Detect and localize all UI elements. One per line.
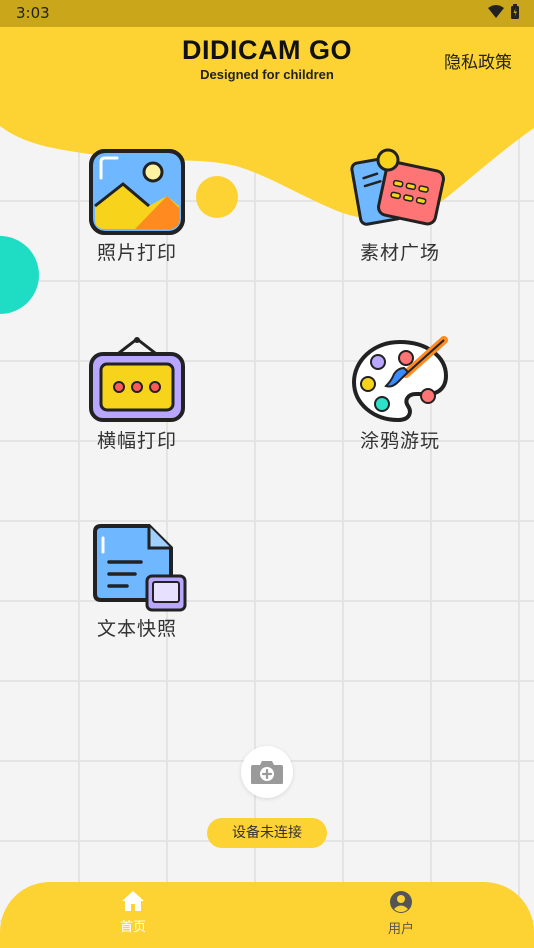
banner-icon <box>89 337 185 422</box>
nav-user-label: 用户 <box>387 922 414 937</box>
tile-text-snapshot[interactable]: 文本快照 <box>52 524 222 641</box>
tile-label: 照片打印 <box>96 242 177 264</box>
battery-icon <box>511 4 519 19</box>
materials-icon <box>350 148 445 226</box>
nav-user[interactable]: 用户 <box>361 890 441 937</box>
bottom-navigation: 首页 用户 <box>0 882 534 948</box>
nav-home-label: 首页 <box>119 920 146 935</box>
photo-icon <box>89 149 185 235</box>
tile-materials[interactable]: 素材广场 <box>315 148 485 265</box>
connect-camera-button[interactable] <box>241 746 293 798</box>
user-icon <box>390 891 412 913</box>
tile-banner-print[interactable]: 横幅打印 <box>52 336 222 453</box>
tile-doodle[interactable]: 涂鸦游玩 <box>315 336 485 453</box>
wifi-icon <box>488 5 504 18</box>
nav-home[interactable]: 首页 <box>93 890 173 935</box>
document-icon <box>93 524 187 612</box>
tile-label: 文本快照 <box>96 618 177 640</box>
status-time: 3:03 <box>16 4 50 22</box>
device-status-badge[interactable]: 设备未连接 <box>207 818 327 848</box>
tile-label: 素材广场 <box>359 242 440 264</box>
status-bar: 3:03 <box>0 0 534 27</box>
camera-add-icon <box>251 761 283 784</box>
tile-label: 横幅打印 <box>96 430 177 452</box>
privacy-policy-link[interactable]: 隐私政策 <box>444 48 512 73</box>
tile-label: 涂鸦游玩 <box>359 430 440 452</box>
home-icon <box>122 891 144 911</box>
status-icons <box>488 4 520 20</box>
palette-icon <box>351 336 449 423</box>
tile-photo-print[interactable]: 照片打印 <box>52 148 222 265</box>
